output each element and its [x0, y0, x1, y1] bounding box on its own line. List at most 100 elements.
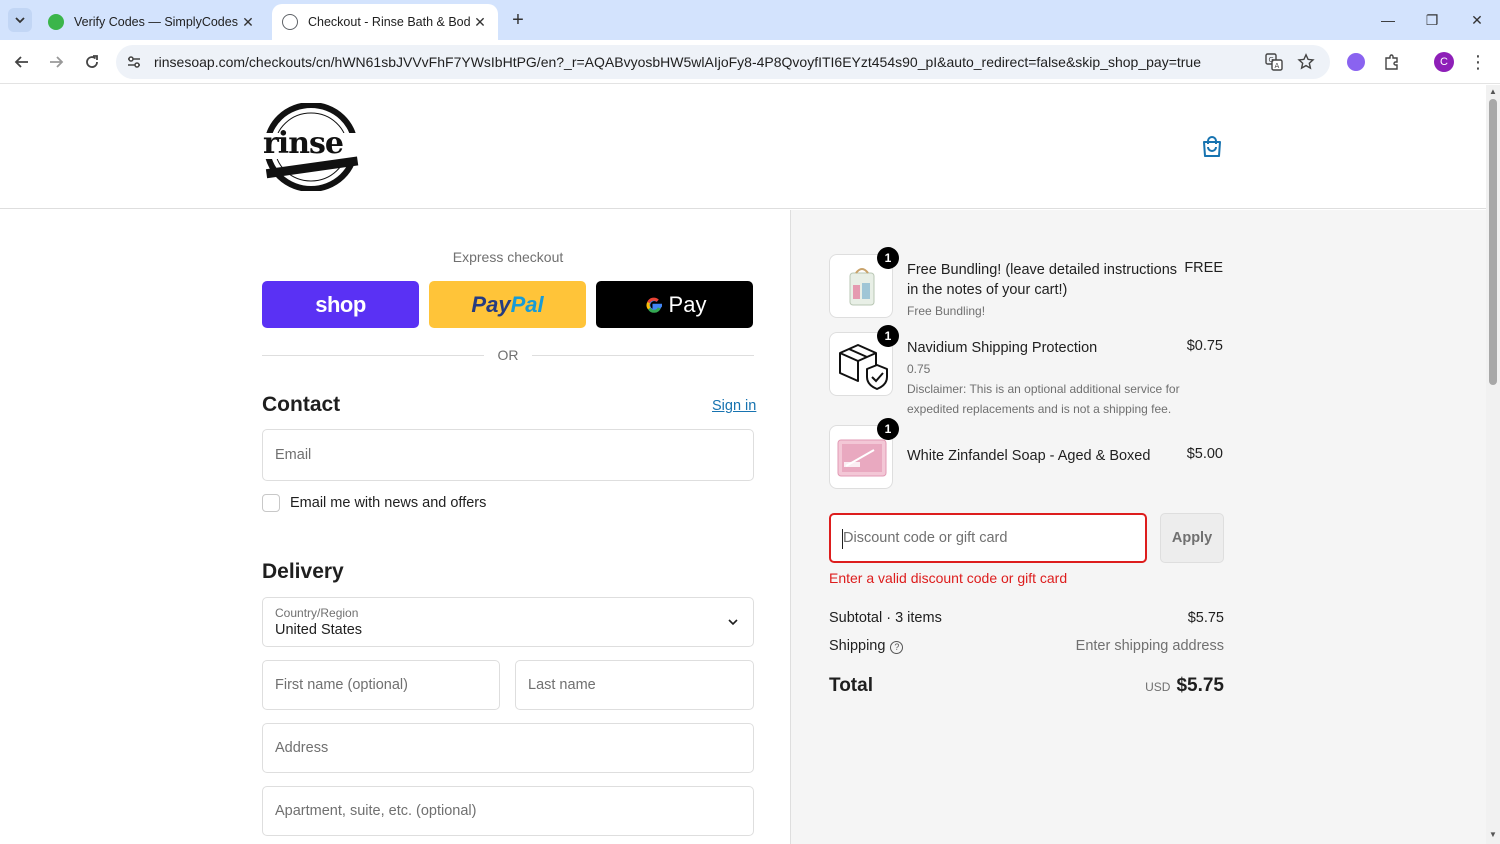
tune-icon — [128, 56, 140, 68]
minimize-button[interactable]: — — [1374, 6, 1402, 34]
checkout-page: rinse Express checkout shop PayPal Pay — [0, 85, 1486, 844]
chevron-down-icon — [728, 619, 738, 626]
tab-simplycodes[interactable]: Verify Codes — SimplyCodes ✕ — [38, 4, 266, 40]
page-scrollbar[interactable]: ▲ ▼ — [1486, 85, 1500, 844]
last-name-placeholder: Last name — [528, 677, 596, 693]
item-price: FREE — [1184, 260, 1223, 276]
tab-title: Checkout - Rinse Bath & Body — [308, 15, 470, 29]
or-label: OR — [497, 347, 519, 363]
shopping-bag-icon[interactable] — [1200, 135, 1224, 159]
svg-text:A: A — [1275, 62, 1280, 70]
newsletter-checkbox[interactable] — [262, 494, 280, 512]
close-tab-icon[interactable]: ✕ — [470, 12, 490, 32]
item-disclaimer: Disclaimer: This is an optional addition… — [907, 382, 1180, 416]
total-value: $5.75 — [1176, 675, 1224, 696]
apartment-field[interactable]: Apartment, suite, etc. (optional) — [262, 786, 754, 836]
item-variant: 0.75 — [907, 362, 931, 376]
translate-button[interactable]: GA — [1262, 50, 1286, 74]
quantity-badge: 1 — [877, 247, 899, 269]
back-button[interactable] — [8, 48, 36, 76]
discount-placeholder: Discount code or gift card — [843, 530, 1008, 546]
extensions-button[interactable] — [1380, 50, 1404, 74]
reload-icon — [86, 55, 98, 68]
sign-in-link[interactable]: Sign in — [712, 398, 756, 414]
simplycodes-extension-button[interactable] — [1344, 50, 1368, 74]
reload-button[interactable] — [78, 48, 106, 76]
first-name-field[interactable]: First name (optional) — [262, 660, 500, 710]
paypal-label-pal: Pal — [510, 291, 544, 317]
shop-pay-label: shop — [315, 291, 366, 317]
scroll-down-icon[interactable]: ▼ — [1489, 831, 1497, 839]
item-name: Free Bundling! (leave detailed instructi… — [907, 262, 1178, 298]
list-item: 1 Navidium Shipping Protection 0.75 Disc… — [829, 325, 1249, 416]
item-price: $5.00 — [1186, 446, 1223, 462]
subtotal-value: $5.75 — [1187, 610, 1224, 626]
shop-pay-button[interactable]: shop — [262, 281, 419, 328]
apartment-placeholder: Apartment, suite, etc. (optional) — [275, 803, 477, 819]
address-bar[interactable]: rinsesoap.com/checkouts/cn/hWN61sbJVVvFh… — [116, 45, 1330, 79]
address-field[interactable]: Address — [262, 723, 754, 773]
subtotal-label: Subtotal · 3 items — [829, 610, 942, 626]
discount-code-input[interactable]: Discount code or gift card — [829, 513, 1147, 563]
email-field[interactable]: Email — [262, 429, 754, 481]
apply-discount-button[interactable]: Apply — [1160, 513, 1224, 563]
close-window-button[interactable]: ✕ — [1463, 6, 1491, 34]
scrollbar-thumb[interactable] — [1489, 99, 1497, 385]
extension-logo-icon — [1347, 53, 1365, 71]
country-select[interactable]: Country/Region United States — [262, 597, 754, 647]
arrow-right-icon — [50, 56, 64, 68]
total-row: Total USD $5.75 — [829, 675, 1224, 697]
quantity-badge: 1 — [877, 418, 899, 440]
puzzle-icon — [1385, 54, 1398, 70]
chevron-down-icon — [15, 17, 25, 24]
browser-menu-button[interactable]: ⋮ — [1466, 50, 1490, 74]
profile-button[interactable]: C — [1432, 50, 1456, 74]
last-name-field[interactable]: Last name — [515, 660, 754, 710]
discount-error-message: Enter a valid discount code or gift card — [829, 570, 1068, 586]
forward-button[interactable] — [42, 48, 70, 76]
bookmark-button[interactable] — [1294, 50, 1318, 74]
help-icon[interactable]: ? — [890, 641, 904, 654]
total-currency: USD — [1145, 680, 1171, 694]
google-g-icon — [646, 297, 662, 313]
minimize-icon: — — [1381, 12, 1395, 28]
first-name-placeholder: First name (optional) — [275, 677, 408, 693]
tab-search-button[interactable] — [8, 8, 32, 32]
quantity-badge: 1 — [877, 325, 899, 347]
restore-icon: ❐ — [1425, 11, 1439, 28]
item-name: Navidium Shipping Protection — [907, 340, 1098, 356]
rinse-logo[interactable]: rinse — [260, 103, 362, 191]
paypal-label-pay: Pay — [471, 291, 511, 317]
country-value: United States — [275, 622, 363, 638]
plus-icon: + — [512, 8, 524, 31]
scroll-up-icon[interactable]: ▲ — [1489, 88, 1497, 96]
svg-text:G: G — [1269, 56, 1274, 64]
item-variant: Free Bundling! — [907, 304, 986, 318]
or-divider: OR — [262, 345, 754, 365]
subtotal-row: Subtotal · 3 items $5.75 — [829, 610, 1224, 626]
shipping-row: Shipping? Enter shipping address — [829, 638, 1224, 654]
shipping-label: Shipping — [829, 638, 886, 654]
shipping-value: Enter shipping address — [1075, 638, 1224, 654]
google-pay-button[interactable]: Pay — [596, 281, 753, 328]
country-label: Country/Region — [275, 606, 359, 620]
email-placeholder: Email — [275, 447, 312, 463]
paypal-button[interactable]: Pay Pal — [429, 281, 586, 328]
site-info-button[interactable] — [122, 50, 146, 74]
checkout-form: Express checkout shop Pay Pal Pay OR Cont… — [0, 210, 790, 844]
avatar: C — [1434, 52, 1454, 72]
tab-checkout[interactable]: Checkout - Rinse Bath & Body ✕ — [272, 4, 498, 40]
delivery-title: Delivery — [262, 560, 344, 583]
address-placeholder: Address — [275, 740, 329, 756]
close-icon: ✕ — [1471, 11, 1483, 28]
order-summary: 1 Free Bundling! (leave detailed instruc… — [790, 210, 1486, 844]
newsletter-label[interactable]: Email me with news and offers — [290, 495, 486, 511]
tab-title: Verify Codes — SimplyCodes — [74, 15, 238, 29]
url-text[interactable]: rinsesoap.com/checkouts/cn/hWN61sbJVVvFh… — [154, 54, 1201, 70]
restore-button[interactable]: ❐ — [1418, 6, 1446, 34]
arrow-left-icon — [14, 56, 28, 68]
new-tab-button[interactable]: + — [506, 8, 530, 32]
close-tab-icon[interactable]: ✕ — [238, 12, 258, 32]
list-item: 1 Free Bundling! (leave detailed instruc… — [829, 247, 1249, 320]
list-item: 1 White Zinfandel Soap - Aged & Boxed $5… — [829, 418, 1249, 491]
